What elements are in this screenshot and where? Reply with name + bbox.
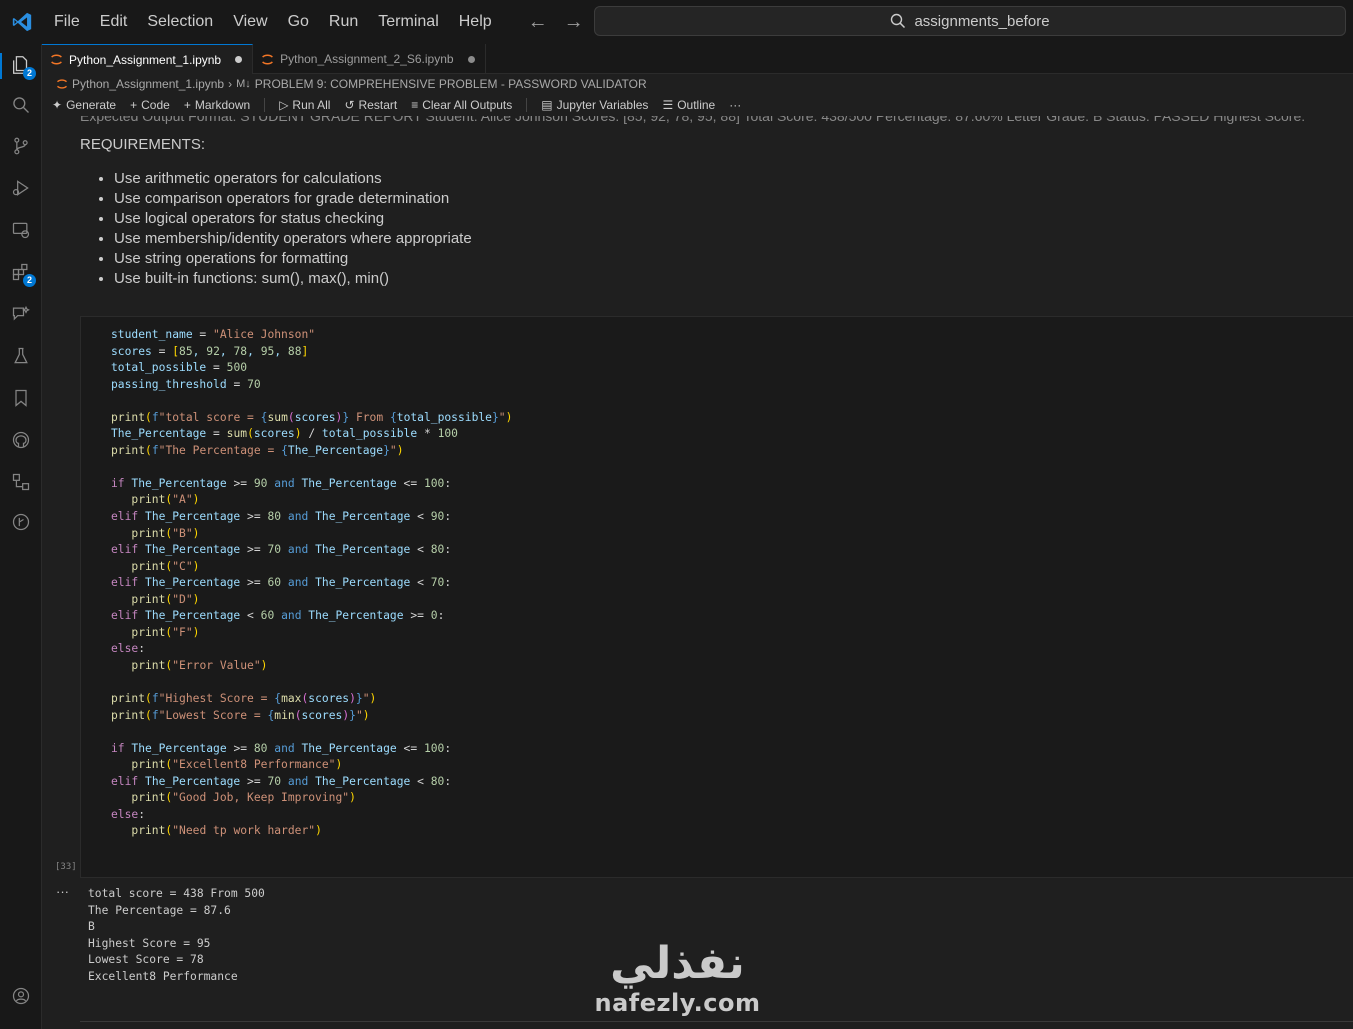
run-debug-icon[interactable] — [0, 170, 42, 206]
restart-button[interactable]: ↺ Restart — [344, 98, 397, 112]
jupyter-variables-button[interactable]: ▤ Jupyter Variables — [541, 98, 648, 112]
search-text: assignments_before — [914, 12, 1050, 30]
search-activity-icon[interactable] — [0, 87, 42, 123]
outline-button[interactable]: ☰ Outline — [662, 98, 715, 112]
explorer-badge: 2 — [23, 67, 36, 80]
plus-icon: + — [183, 98, 191, 112]
breadcrumb-file[interactable]: Python_Assignment_1.ipynb — [72, 77, 224, 91]
requirements-list: Use arithmetic operators for calculation… — [114, 169, 472, 289]
code-source[interactable]: student_name = "Alice Johnson" scores = … — [111, 327, 512, 840]
output-more-actions-button[interactable]: ··· — [56, 884, 69, 899]
menu-selection[interactable]: Selection — [137, 7, 223, 37]
forward-arrow-icon[interactable]: → — [560, 11, 588, 34]
run-all-button[interactable]: ▷ Run All — [279, 98, 330, 112]
variables-icon: ▤ — [541, 98, 553, 112]
plus-icon: + — [130, 98, 138, 112]
markdown-peek-line: Expected Output Format: STUDENT GRADE RE… — [80, 116, 1306, 124]
menu-view[interactable]: View — [223, 7, 277, 37]
account-icon[interactable] — [0, 978, 42, 1014]
watermark-latin: nafezly.com — [594, 989, 761, 1017]
menu-file[interactable]: File — [44, 7, 90, 37]
remote-explorer-icon[interactable] — [0, 212, 42, 248]
list-item: Use logical operators for status checkin… — [114, 209, 472, 229]
search-icon — [891, 13, 906, 29]
list-item: Use membership/identity operators where … — [114, 229, 472, 249]
breadcrumb: Python_Assignment_1.ipynb › M↓ PROBLEM 9… — [42, 74, 1353, 94]
breadcrumb-section[interactable]: PROBLEM 9: COMPREHENSIVE PROBLEM - PASSW… — [255, 77, 647, 91]
clear-all-icon: ≡ — [411, 98, 419, 112]
tab-python-assignment-1[interactable]: Python_Assignment_1.ipynb — [42, 44, 254, 74]
tab-label: Python_Assignment_2_S6.ipynb — [280, 52, 454, 66]
menu-terminal[interactable]: Terminal — [368, 7, 448, 37]
more-actions-button[interactable]: ··· — [729, 98, 741, 112]
list-item: Use string operations for formatting — [114, 249, 472, 269]
markdown-icon: M↓ — [236, 78, 251, 90]
output-line: Lowest Score = 78 — [88, 953, 204, 967]
chevron-right-icon: › — [228, 77, 233, 91]
bookmark-icon[interactable] — [0, 380, 42, 416]
list-item: Use built-in functions: sum(), max(), mi… — [114, 269, 472, 289]
project-manager-icon[interactable] — [0, 464, 42, 500]
unsaved-dot-icon[interactable] — [467, 55, 475, 63]
github-icon[interactable] — [0, 422, 42, 458]
nafezly-watermark: نفذلي nafezly.com — [590, 938, 765, 1016]
extensions-icon[interactable]: 2 — [0, 254, 42, 290]
jupyter-icon — [51, 54, 62, 65]
output-line: B — [88, 920, 95, 934]
generate-button[interactable]: ✦ Generate — [52, 98, 116, 112]
git-graph-icon[interactable] — [0, 504, 42, 540]
add-markdown-button[interactable]: + Markdown — [184, 98, 250, 112]
list-icon: ☰ — [662, 98, 674, 112]
code-cell-editor[interactable]: student_name = "Alice Johnson" scores = … — [80, 316, 1353, 878]
command-center-search[interactable]: assignments_before — [594, 6, 1346, 36]
jupyter-icon — [57, 79, 67, 89]
requirements-heading: REQUIREMENTS: — [80, 136, 206, 153]
extensions-badge: 2 — [23, 274, 36, 287]
divider — [80, 1021, 1353, 1022]
toolbar-divider — [264, 98, 266, 112]
jupyter-icon — [262, 54, 274, 64]
cell-output: total score = 438 From 500 The Percentage… — [88, 886, 265, 985]
output-line: Excellent8 Performance — [88, 969, 238, 983]
toolbar-divider — [526, 98, 528, 112]
execution-count: [33] — [55, 862, 77, 872]
activity-bar: 2 2 — [0, 44, 42, 1029]
active-indicator — [0, 53, 2, 79]
notebook-toolbar: ✦ Generate + Code + Markdown ▷ Run All ↺ Rest… — [42, 94, 1353, 116]
clear-outputs-button[interactable]: ≡ Clear All Outputs — [411, 98, 512, 112]
run-all-icon: ▷ — [279, 98, 289, 112]
source-control-icon[interactable] — [0, 128, 42, 164]
explorer-icon[interactable]: 2 — [0, 47, 42, 83]
output-line: Highest Score = 95 — [88, 936, 211, 950]
add-code-button[interactable]: + Code — [130, 98, 170, 112]
output-line: The Percentage = 87.6 — [88, 903, 231, 917]
markdown-cell[interactable]: REQUIREMENTS: Use arithmetic operators f… — [80, 136, 472, 289]
notebook-editor: Expected Output Format: STUDENT GRADE RE… — [42, 116, 1353, 1029]
unsaved-dot-icon[interactable] — [235, 56, 243, 63]
menu-run[interactable]: Run — [319, 7, 368, 37]
tab-python-assignment-2[interactable]: Python_Assignment_2_S6.ipynb — [253, 44, 486, 74]
menu-edit[interactable]: Edit — [90, 7, 138, 37]
chat-icon[interactable] — [0, 296, 42, 332]
testing-icon[interactable] — [0, 338, 42, 374]
sparkle-icon: ✦ — [52, 98, 63, 112]
menu-go[interactable]: Go — [278, 7, 319, 37]
list-item: Use arithmetic operators for calculation… — [114, 169, 472, 189]
output-line: total score = 438 From 500 — [88, 887, 265, 900]
editor-tabs: Python_Assignment_1.ipynb Python_Assignm… — [42, 44, 1353, 74]
title-bar: File Edit Selection View Go Run Terminal… — [0, 0, 1353, 44]
vscode-logo-icon — [0, 0, 44, 44]
menu-help[interactable]: Help — [449, 7, 502, 37]
watermark-arabic: نفذلي — [610, 938, 745, 989]
tab-label: Python_Assignment_1.ipynb — [69, 52, 222, 67]
back-arrow-icon[interactable]: ← — [524, 11, 552, 34]
list-item: Use comparison operators for grade deter… — [114, 189, 472, 209]
restart-icon: ↺ — [344, 98, 355, 112]
